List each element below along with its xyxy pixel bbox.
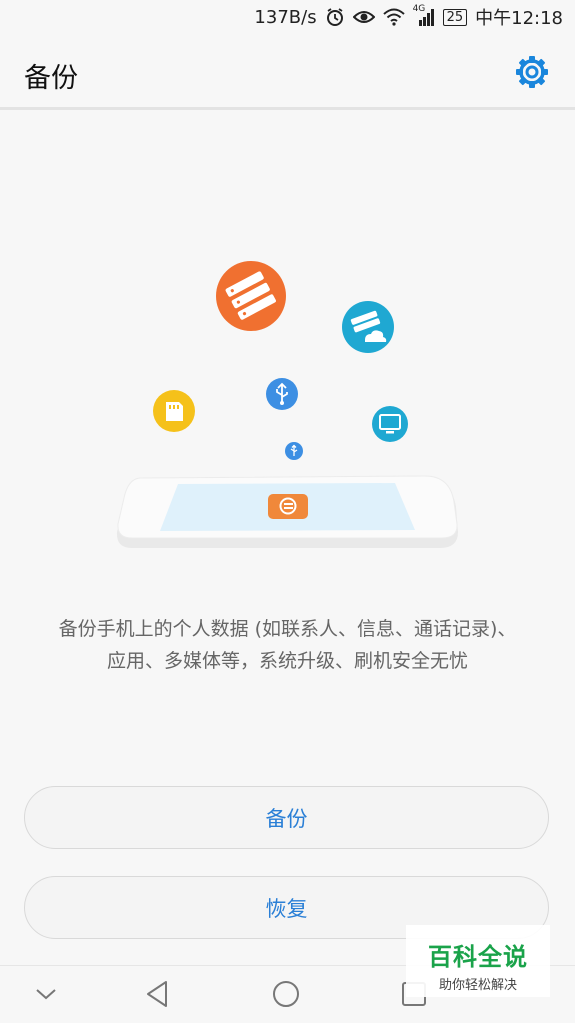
chevron-down-icon[interactable]	[30, 978, 62, 1010]
cloud-server-icon	[342, 301, 394, 353]
description: 备份手机上的个人数据 (如联系人、信息、通话记录)、 应用、多媒体等，系统升级、…	[20, 613, 555, 677]
wifi-icon	[382, 8, 405, 26]
clock-time: 中午12:18	[475, 8, 563, 29]
eye-icon	[352, 9, 375, 25]
net-speed: 137B/s	[254, 6, 317, 28]
network-type: 4G	[412, 4, 426, 14]
back-icon[interactable]	[142, 978, 174, 1010]
usb-small-icon	[285, 442, 303, 460]
sd-card-icon	[153, 390, 195, 432]
watermark-badge: 百科全说 助你轻松解决	[406, 925, 550, 997]
server-icon	[216, 261, 286, 331]
backup-button[interactable]: 备份	[24, 786, 549, 849]
app-bar: 备份	[0, 34, 575, 110]
page-title: 备份	[24, 63, 78, 94]
watermark-subtitle: 助你轻松解决	[438, 978, 517, 993]
usb-icon	[266, 378, 298, 410]
status-bar: 137B/s 4G 25 中午12:18	[0, 0, 575, 34]
description-line-2: 应用、多媒体等，系统升级、刷机安全无忧	[106, 650, 468, 672]
signal-icon: 4G	[413, 4, 435, 26]
home-icon[interactable]	[270, 978, 302, 1010]
backup-app-icon	[268, 494, 308, 519]
monitor-icon	[372, 406, 408, 442]
alarm-icon	[325, 7, 345, 27]
watermark-title: 百科全说	[428, 943, 528, 971]
battery-icon: 25	[442, 8, 468, 26]
gear-icon[interactable]	[515, 55, 549, 89]
description-line-1: 备份手机上的个人数据 (如联系人、信息、通话记录)、	[58, 618, 517, 640]
backup-illustration	[116, 261, 459, 548]
